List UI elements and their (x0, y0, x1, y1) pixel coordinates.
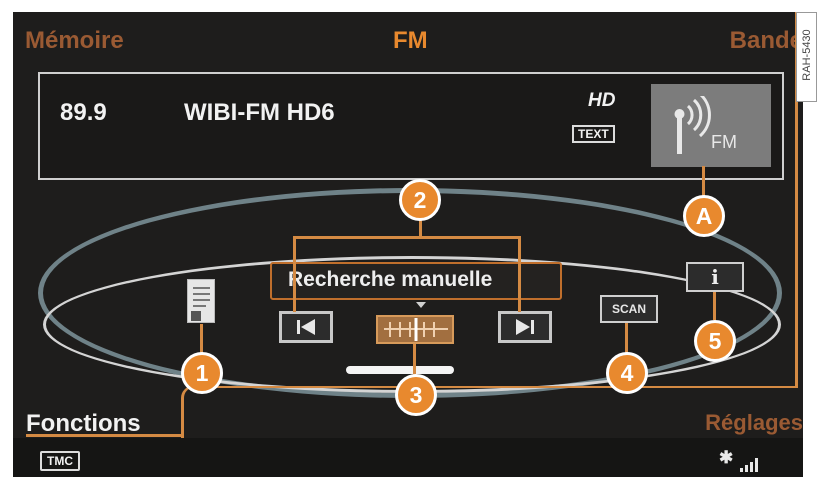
manual-tune-icon (384, 318, 448, 341)
hd-radio-icon: HD (588, 90, 616, 111)
tmc-badge: TMC (40, 451, 80, 471)
bluetooth-icon: ✱ (719, 448, 734, 467)
station-info-panel: 89.9 WIBI-FM HD6 HD TEXT FM (38, 72, 784, 180)
skip-forward-icon (516, 319, 534, 335)
manual-search-label: Recherche manuelle (288, 268, 493, 291)
tab-memoire[interactable]: Mémoire (25, 27, 124, 55)
callout-line (293, 236, 296, 312)
skip-forward-button[interactable] (498, 311, 552, 343)
info-button[interactable]: i (686, 262, 744, 292)
skip-back-icon (297, 319, 315, 335)
signal-strength-icon (736, 452, 762, 472)
callout-line (702, 166, 705, 196)
callout-line (518, 236, 521, 312)
callout-4: 4 (606, 352, 648, 394)
tab-bande[interactable]: Bande (730, 27, 803, 55)
tab-reglages[interactable]: Réglages (705, 410, 803, 436)
skip-back-button[interactable] (279, 311, 333, 343)
callout-line (625, 323, 628, 353)
side-code-text: RAH-5430 (801, 29, 813, 81)
station-name: WIBI-FM HD6 (184, 99, 335, 126)
document-memo-icon[interactable] (187, 279, 215, 323)
ring-highlight (346, 366, 454, 374)
mmi-display: Mémoire FM Bande 89.9 WIBI-FM HD6 HD TEX… (13, 12, 803, 477)
callout-2: 2 (399, 179, 441, 221)
document-lines (191, 287, 210, 321)
frame-hook (181, 386, 197, 438)
callout-5: 5 (694, 320, 736, 362)
station-frequency: 89.9 (60, 99, 107, 126)
fm-station-art: FM (651, 84, 771, 167)
callout-line (713, 292, 716, 320)
side-reference-code: RAH-5430 (796, 12, 817, 102)
callout-a: A (683, 195, 725, 237)
callout-line (200, 324, 203, 354)
text-badge: TEXT (572, 125, 615, 143)
fonctions-underline (26, 434, 184, 437)
status-bar (13, 438, 803, 477)
callout-line (413, 344, 416, 376)
scan-button[interactable]: SCAN (600, 295, 658, 323)
callout-1: 1 (181, 352, 223, 394)
fm-art-label: FM (711, 132, 737, 152)
frame-rail-bottom (194, 386, 798, 388)
tab-fm[interactable]: FM (393, 27, 428, 55)
callout-3: 3 (395, 374, 437, 416)
mmi-screenshot: Mémoire FM Bande 89.9 WIBI-FM HD6 HD TEX… (0, 0, 819, 483)
caret-down-icon (416, 302, 426, 308)
callout-line (293, 236, 521, 239)
manual-tune-button[interactable] (376, 315, 454, 344)
